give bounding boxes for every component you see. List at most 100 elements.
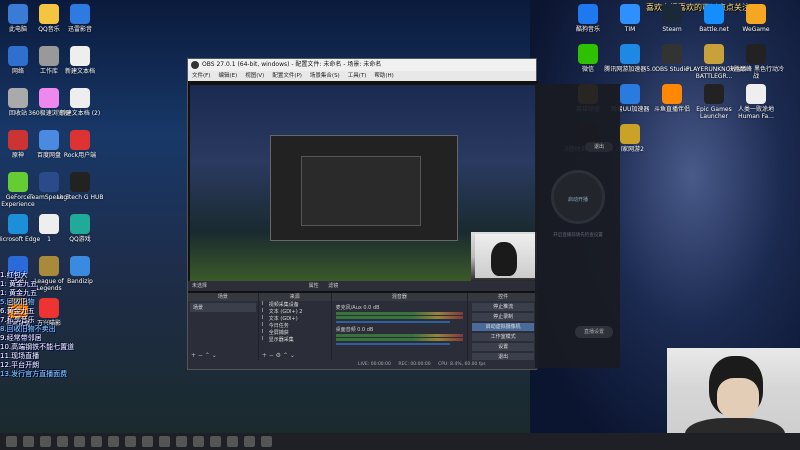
mixer-track[interactable]: 麦克风/Aux 0.0 dB [335, 304, 464, 323]
chat-message: 5.回收旧物 [0, 298, 35, 306]
desktop-icon[interactable]: Logitech G HUB [52, 172, 108, 201]
volume-meter [335, 312, 464, 315]
desktop-icon[interactable]: QQ游戏 [52, 214, 108, 243]
desktop-icon[interactable]: 新建文本档 (2) [52, 88, 108, 117]
control-button[interactable]: 工作室模式 [472, 333, 535, 341]
app-icon [70, 88, 90, 108]
edge-icon[interactable] [227, 436, 238, 447]
danmaku-chat: 1.红包大 1: 黄金九五 1: 黄金九五 5.回收旧物 6.黄金九五 7.私享音乐 8.回… [0, 271, 100, 379]
live-time: LIVE: 00:00:00 [358, 362, 391, 367]
search-icon[interactable] [23, 436, 34, 447]
obs-title-bar[interactable]: OBS 27.0.1 (64-bit, windows) - 配置文件: 未命名… [188, 59, 536, 71]
controls-dock: 控件 停止推流 停止录制 启动虚拟摄像机 工作室模式 设置 退出 [468, 293, 538, 361]
wechat-icon[interactable] [193, 436, 204, 447]
source-item[interactable]: 全屏捕获 [259, 329, 331, 336]
obs-menu-item[interactable]: 视图(V) [245, 73, 264, 79]
start-live-button[interactable]: 启动开播 [551, 170, 605, 224]
desktop-icon-label: 人类一败涂地 Human Fa... [737, 106, 774, 120]
desktop-icon[interactable]: 决胜巅峰 黑色行动冷战 [728, 44, 784, 80]
settings-icon[interactable] [261, 436, 272, 447]
desktop-icon[interactable]: WeGame [728, 4, 784, 33]
floating-webcam-preview [475, 234, 535, 278]
exit-button[interactable]: 退出 [585, 142, 613, 152]
desktop-icon-label: 决胜巅峰 黑色行动冷战 [728, 66, 784, 80]
obs-window[interactable]: OBS 27.0.1 (64-bit, windows) - 配置文件: 未命名… [187, 58, 538, 370]
app-icon [578, 44, 598, 64]
explorer-icon[interactable] [57, 436, 68, 447]
desktop-icon[interactable]: 人类一败涂地 Human Fa... [728, 84, 784, 120]
source-item[interactable]: 今日任务 [259, 322, 331, 329]
mixer-track-label: 桌面音频 0.0 dB [335, 327, 374, 333]
control-button[interactable]: 停止推流 [472, 303, 535, 311]
volume-slider[interactable] [335, 343, 451, 345]
desktop-icon[interactable]: 新建文本档 [52, 46, 108, 75]
source-controls[interactable]: + − ⚙ ⌃ ⌄ [262, 352, 295, 359]
chrome-icon[interactable] [159, 436, 170, 447]
desktop-icon[interactable]: 迅雷影音 [52, 4, 108, 33]
scenes-dock: 场景 场景 + − ⌃ ⌄ [188, 293, 258, 361]
volume-slider[interactable] [335, 321, 451, 323]
control-button[interactable]: 停止录制 [472, 313, 535, 321]
chat-message: 8.回收旧物不卖出 [0, 325, 56, 333]
no-source-label: 未选择 [192, 283, 208, 289]
source-item[interactable]: 文本 (GDI+) [259, 315, 331, 322]
chat-message: 1.红包大 [0, 271, 28, 279]
live-setup-button[interactable]: 直播设置 [575, 326, 613, 338]
app-icon [746, 84, 766, 104]
chat-message: 6.黄金九五 [0, 307, 35, 315]
app-icon [662, 4, 682, 24]
app-icon [620, 4, 640, 24]
taskview-icon[interactable] [40, 436, 51, 447]
cpu-status: CPU: 8.4%, 60.00 fps [438, 362, 486, 367]
control-button[interactable]: 设置 [472, 343, 535, 351]
obs-menu-item[interactable]: 场景集合(S) [310, 73, 340, 79]
desktop-icon-label: Logitech G HUB [56, 194, 104, 201]
app-icon [620, 124, 640, 144]
controls-list: 停止推流 停止录制 启动虚拟摄像机 工作室模式 设置 退出 [468, 303, 538, 361]
obs-menu-item[interactable]: 工具(T) [348, 73, 367, 79]
filters-button[interactable]: 滤镜 [328, 283, 338, 289]
obs-title: OBS 27.0.1 (64-bit, windows) - 配置文件: 未命名… [202, 61, 382, 68]
app-icon [70, 214, 90, 234]
douyu-live-panel: 退出 启动开播 开启直播前请先检查设置 直播设置 [535, 84, 620, 368]
mixer-dock: 混音器 麦克风/Aux 0.0 dB 桌面音频 0.0 dB [331, 293, 468, 361]
qq-music-icon[interactable] [142, 436, 153, 447]
sources-list: 视频采集设备文本 (GDI+) 2文本 (GDI+)今日任务全屏捕获显示器采集 [259, 301, 331, 343]
qq-icon[interactable] [108, 436, 119, 447]
desktop-icon-label: WeGame [742, 26, 770, 33]
obs-icon[interactable] [125, 436, 136, 447]
scene-controls[interactable]: + − ⌃ ⌄ [191, 352, 217, 359]
source-item[interactable]: 显示器采集 [259, 336, 331, 343]
douyu-icon[interactable] [210, 436, 221, 447]
controls-dock-header: 控件 [468, 293, 538, 301]
chat-message: 10.高端钢铁不能七置道 [0, 343, 75, 351]
desktop-icon[interactable]: Rock用户端 [52, 130, 108, 159]
scene-item[interactable]: 场景 [190, 303, 256, 312]
chat-message: 1: 黄金九五 [0, 289, 38, 297]
desktop-icon-label: 新建文本档 (2) [59, 110, 101, 117]
obs-menu-item[interactable]: 配置文件(P) [272, 73, 302, 79]
app-icon [578, 4, 598, 24]
obs-menu-item[interactable]: 文件(F) [192, 73, 210, 79]
source-item[interactable]: 文本 (GDI+) 2 [259, 308, 331, 315]
mixer-track[interactable]: 桌面音频 0.0 dB [335, 326, 464, 345]
app-icon [704, 84, 724, 104]
app-icon [70, 130, 90, 150]
windows-taskbar [0, 433, 800, 450]
obs-menu-item[interactable]: 帮助(H) [374, 73, 393, 79]
store-icon[interactable] [176, 436, 187, 447]
source-item[interactable]: 视频采集设备 [259, 301, 331, 308]
netease-icon[interactable] [91, 436, 102, 447]
app-icon [704, 4, 724, 24]
control-button[interactable]: 启动虚拟摄像机 [472, 323, 535, 331]
properties-button[interactable]: 属性 [309, 283, 319, 289]
desktop-icon-label: Rock用户端 [63, 152, 97, 159]
obs-menu-item[interactable]: 编辑(E) [218, 73, 237, 79]
mixer-dock-header: 混音器 [331, 293, 468, 301]
obs-docks: 场景 场景 + − ⌃ ⌄ 来源 视频采集设备文本 (GDI+) 2文本 (GD… [188, 293, 538, 361]
chat-message: 11.现场直播 [0, 352, 40, 360]
folder-icon[interactable] [244, 436, 255, 447]
windows-icon[interactable] [6, 436, 17, 447]
rec-time: REC: 00:00:00 [398, 362, 431, 367]
steam-icon[interactable] [74, 436, 85, 447]
